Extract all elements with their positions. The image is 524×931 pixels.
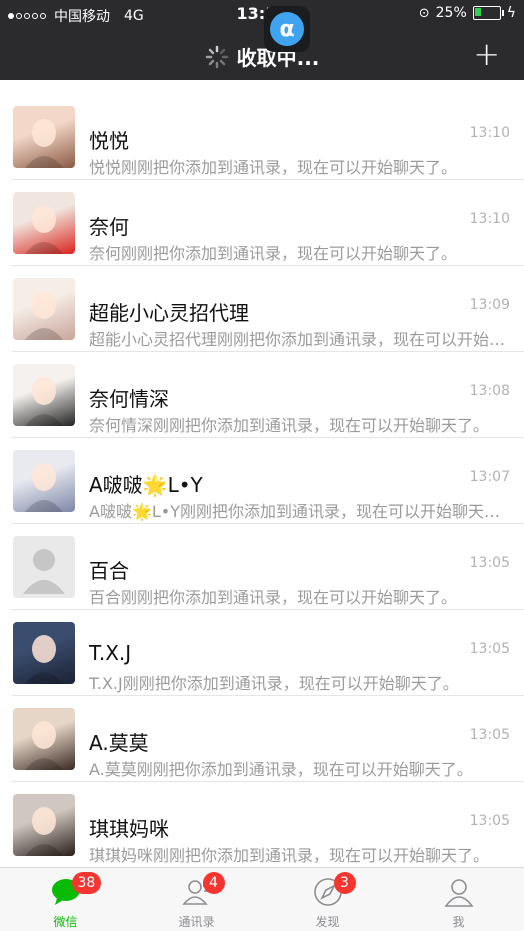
message-time: 13:05: [469, 727, 510, 743]
contact-name: 琪琪妈咪: [89, 817, 169, 841]
nav-bar: 收取中... +: [0, 28, 524, 80]
message-preview: 奈何刚刚把你添加到通讯录，现在可以开始聊天了。: [89, 244, 458, 263]
status-right: ⊙ 25% ϟ: [419, 5, 516, 21]
message-time: 13:08: [469, 383, 510, 399]
contact-name: 悦悦: [89, 129, 129, 153]
battery-icon: [472, 6, 504, 20]
message-preview: 悦悦刚刚把你添加到通讯录，现在可以开始聊天了。: [89, 158, 458, 177]
unread-badge: 4: [202, 872, 225, 894]
tab-label: 通讯录: [178, 915, 215, 929]
status-bar: 中国移动 4G 13:53 ⊙ 25% ϟ: [0, 0, 524, 28]
rotation-lock-icon: ⊙: [418, 5, 430, 21]
contact-name: 超能小心灵招代理: [89, 301, 249, 325]
message-preview: 超能小心灵招代理刚刚把你添加到通讯录，现在可以开始聊天了。: [89, 330, 507, 349]
conversation-item[interactable]: 琪琪妈咪 13:05 琪琪妈咪刚刚把你添加到通讯录，现在可以开始聊天了。: [0, 782, 524, 867]
message-time: 13:05: [469, 641, 510, 657]
loading-spinner-icon: [205, 45, 228, 68]
avatar: [13, 192, 75, 254]
avatar: [13, 450, 75, 512]
message-preview: 百合刚刚把你添加到通讯录，现在可以开始聊天了。: [89, 588, 458, 607]
list-top-spacer: [0, 80, 524, 94]
plus-icon[interactable]: +: [473, 38, 500, 70]
conversation-item[interactable]: A啵啵🌟L•Y 13:07 A啵啵🌟L•Y刚刚把你添加到通讯录，现在可以开始聊天了。: [0, 438, 524, 524]
message-time: 13:10: [469, 211, 510, 227]
avatar: [13, 536, 75, 598]
message-preview: A啵啵🌟L•Y刚刚把你添加到通讯录，现在可以开始聊天了。: [89, 502, 507, 521]
message-preview: A.莫莫刚刚把你添加到通讯录，现在可以开始聊天了。: [89, 760, 473, 779]
contact-name: 奈何情深: [89, 387, 169, 411]
conversation-item[interactable]: 百合 13:05 百合刚刚把你添加到通讯录，现在可以开始聊天了。: [0, 524, 524, 610]
unread-badge: 38: [71, 872, 102, 894]
avatar: [13, 106, 75, 168]
avatar: [13, 622, 75, 684]
message-time: 13:07: [469, 469, 510, 485]
conversation-item[interactable]: 奈何 13:10 奈何刚刚把你添加到通讯录，现在可以开始聊天了。: [0, 180, 524, 266]
avatar: [13, 364, 75, 426]
tab-label: 微信: [53, 915, 78, 929]
page-title: 收取中...: [0, 42, 524, 71]
contact-name: A啵啵🌟L•Y: [89, 473, 203, 497]
message-time: 13:09: [469, 297, 510, 313]
charging-icon: ϟ: [506, 5, 516, 21]
avatar: [13, 794, 75, 856]
message-time: 13:05: [469, 555, 510, 571]
tab-chats[interactable]: 38 微信: [0, 868, 131, 931]
assistive-bubble[interactable]: α: [264, 6, 310, 52]
conversation-item[interactable]: 超能小心灵招代理 13:09 超能小心灵招代理刚刚把你添加到通讯录，现在可以开始聊天…: [0, 266, 524, 352]
contact-name: 百合: [89, 559, 129, 583]
tab-me[interactable]: 我: [393, 868, 524, 931]
avatar: [13, 708, 75, 770]
alpha-icon: α: [270, 12, 304, 46]
conversation-item[interactable]: 悦悦 13:10 悦悦刚刚把你添加到通讯录，现在可以开始聊天了。: [0, 94, 524, 180]
battery-percent: 25%: [435, 5, 467, 21]
tab-label: 发现: [315, 915, 340, 929]
message-preview: T.X.J刚刚把你添加到通讯录，现在可以开始聊天了。: [89, 674, 459, 693]
person-icon: [443, 876, 475, 908]
message-preview: 奈何情深刚刚把你添加到通讯录，现在可以开始聊天了。: [89, 416, 490, 435]
tab-label: 我: [452, 915, 465, 929]
unread-badge: 3: [333, 872, 356, 894]
contact-name: 奈何: [89, 215, 129, 239]
conversation-list: 悦悦 13:10 悦悦刚刚把你添加到通讯录，现在可以开始聊天了。奈何 13:10 奈何刚…: [0, 80, 524, 867]
message-time: 13:10: [469, 125, 510, 141]
contact-name: A.莫莫: [89, 731, 149, 755]
conversation-item[interactable]: A.莫莫 13:05 A.莫莫刚刚把你添加到通讯录，现在可以开始聊天了。: [0, 696, 524, 782]
contact-name: T.X.J: [89, 641, 132, 665]
message-time: 13:05: [469, 813, 510, 829]
avatar: [13, 278, 75, 340]
tab-bar: 38 微信 4 通讯录 3 发现 我: [0, 867, 524, 931]
message-preview: 琪琪妈咪刚刚把你添加到通讯录，现在可以开始聊天了。: [89, 846, 490, 865]
tab-discover[interactable]: 3 发现: [262, 868, 393, 931]
tab-contacts[interactable]: 4 通讯录: [131, 868, 262, 931]
conversation-item[interactable]: T.X.J 13:05 T.X.J刚刚把你添加到通讯录，现在可以开始聊天了。: [0, 610, 524, 696]
conversation-item[interactable]: 奈何情深 13:08 奈何情深刚刚把你添加到通讯录，现在可以开始聊天了。: [0, 352, 524, 438]
